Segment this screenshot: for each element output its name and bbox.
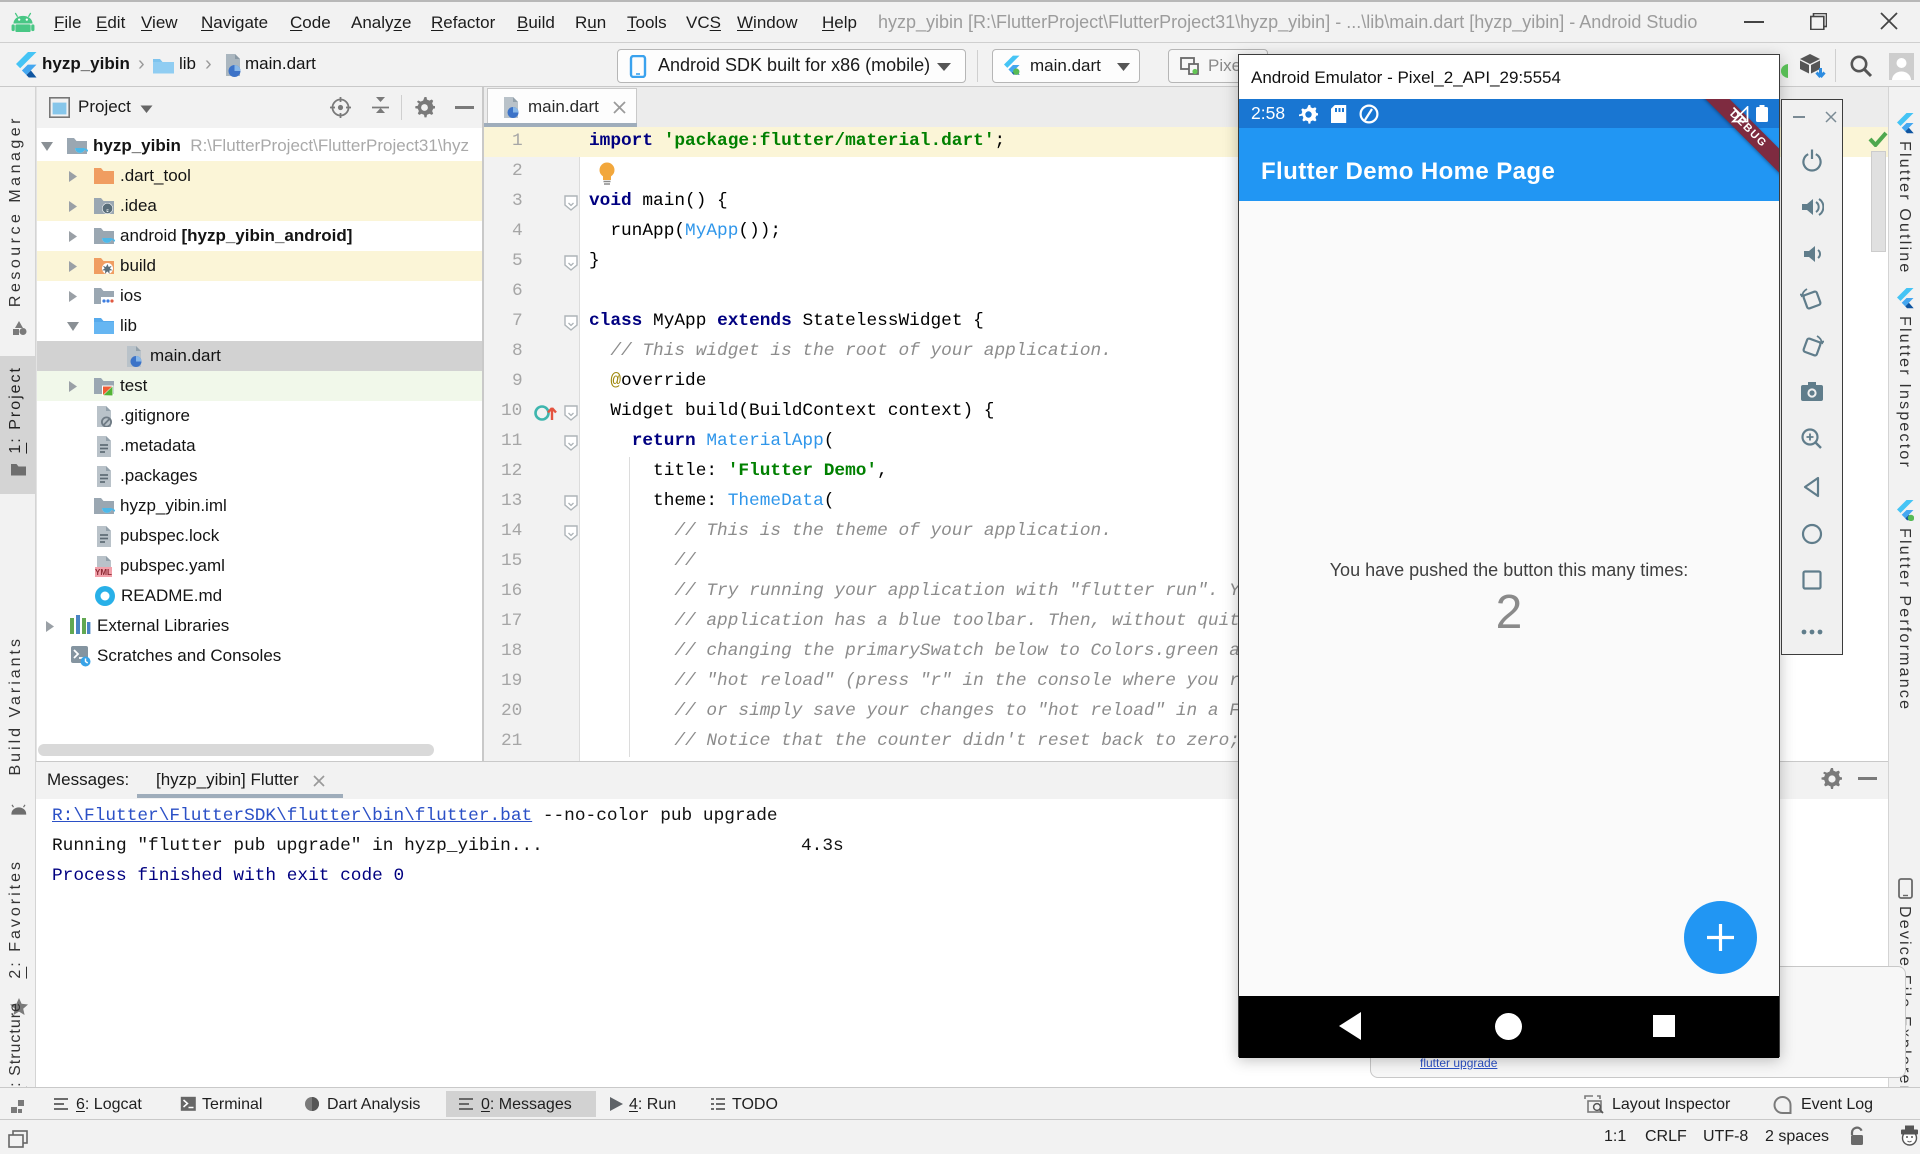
svg-text:YML: YML xyxy=(95,568,112,577)
